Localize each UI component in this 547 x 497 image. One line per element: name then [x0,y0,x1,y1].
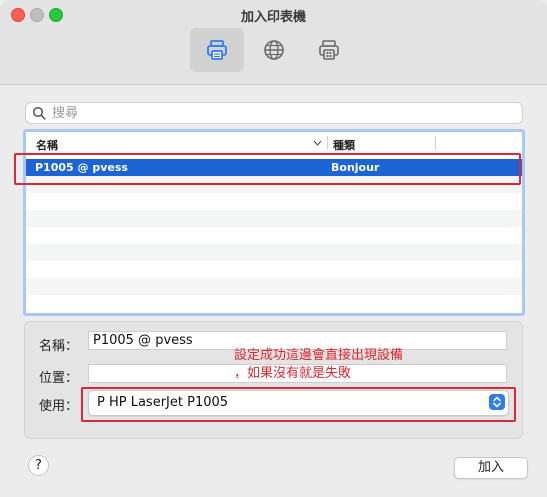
annotation-box-driver [81,387,516,422]
annotation-text-line2: ，如果沒有就是失敗 [234,366,352,381]
column-separator [435,136,436,150]
chevron-down-icon[interactable] [313,140,322,146]
add-printer-window: 加入印表機 搜尋 名稱 種類 P1005 @ pvess Bonjour 名稱：… [0,0,547,497]
empty-row [26,227,522,244]
table-header: 名稱 種類 [26,132,522,155]
search-icon [32,106,46,120]
windows-printer-icon [319,40,339,60]
use-label: 使用： [38,399,78,414]
search-field[interactable] [25,102,523,124]
location-label: 位置： [38,371,78,386]
empty-row [26,193,522,210]
annotation-text-line1: 設定成功這邊會直接出現設備 [234,348,404,363]
empty-row [26,295,522,312]
search-input[interactable] [52,103,512,123]
toolbar-windows-button[interactable] [302,28,356,72]
empty-row [26,261,522,278]
title-bar: 加入印表機 [0,0,547,85]
toolbar-default-printers-button[interactable] [190,28,244,72]
column-header-kind[interactable]: 種類 [333,137,355,153]
name-label: 名稱： [38,339,78,354]
globe-icon [264,40,284,60]
column-separator [327,136,328,150]
empty-row [26,210,522,227]
empty-row [26,244,522,261]
window-title: 加入印表機 [240,10,306,25]
help-button[interactable]: ? [28,455,49,476]
empty-row [26,278,522,295]
column-header-name[interactable]: 名稱 [36,137,58,153]
printer-icon [207,40,227,60]
toolbar-ip-button[interactable] [247,28,301,72]
add-button[interactable]: 加入 [454,457,528,479]
annotation-box-row [14,153,521,185]
